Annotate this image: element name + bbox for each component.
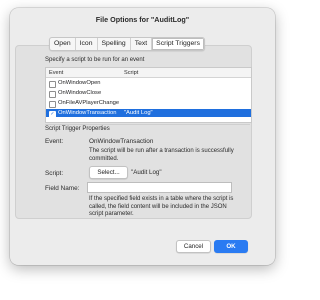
- trigger-row-onwindowtransaction[interactable]: ✓ OnWindowTransaction "Audit Log": [46, 109, 251, 118]
- tab-spelling[interactable]: Spelling: [98, 38, 131, 50]
- event-label: Event:: [45, 138, 64, 145]
- properties-heading: Script Trigger Properties: [45, 126, 110, 132]
- trigger-row-onfileavplayerchange[interactable]: OnFileAVPlayerChange: [46, 99, 251, 108]
- fieldname-input[interactable]: [87, 182, 232, 193]
- trigger-checkbox[interactable]: [49, 90, 56, 98]
- trigger-row-onwindowopen[interactable]: OnWindowOpen: [46, 79, 251, 88]
- trigger-event-name: OnWindowOpen: [58, 80, 101, 86]
- trigger-instruction: Specify a script to be run for an event: [45, 57, 145, 63]
- tab-bar: Open Icon Spelling Text Script Triggers: [49, 37, 205, 51]
- fieldname-label: Field Name:: [45, 185, 80, 192]
- trigger-checkbox[interactable]: [49, 100, 56, 108]
- trigger-script-name: "Audit Log": [124, 110, 153, 116]
- tab-text[interactable]: Text: [131, 38, 153, 50]
- trigger-checkbox[interactable]: [49, 80, 56, 88]
- cancel-button[interactable]: Cancel: [176, 240, 211, 253]
- ok-button[interactable]: OK: [214, 240, 248, 253]
- trigger-event-name: OnFileAVPlayerChange: [58, 100, 120, 106]
- column-event-header: Event: [49, 69, 64, 76]
- trigger-event-name: OnWindowTransaction: [58, 110, 117, 116]
- select-script-button[interactable]: Select...: [89, 166, 128, 179]
- trigger-list: Event Script OnWindowOpen OnWindowClose …: [45, 67, 252, 123]
- checkmark-icon[interactable]: ✓: [49, 110, 56, 118]
- tab-script-triggers[interactable]: Script Triggers: [152, 38, 204, 50]
- tab-icon[interactable]: Icon: [76, 38, 98, 50]
- column-script-header: Script: [124, 69, 139, 76]
- trigger-event-name: OnWindowClose: [58, 90, 102, 96]
- script-label: Script:: [45, 170, 64, 177]
- tab-open[interactable]: Open: [50, 38, 76, 50]
- dialog-title: File Options for "AuditLog": [95, 15, 190, 24]
- trigger-row-onwindowclose[interactable]: OnWindowClose: [46, 89, 251, 98]
- event-description: The script will be run after a transacti…: [89, 148, 234, 162]
- event-value: OnWindowTransaction: [89, 138, 154, 145]
- divider: [45, 124, 250, 125]
- trigger-list-header: Event Script: [46, 68, 251, 78]
- script-value: "Audit Log": [131, 169, 162, 176]
- fieldname-note: If the specified field exists in a table…: [89, 196, 234, 217]
